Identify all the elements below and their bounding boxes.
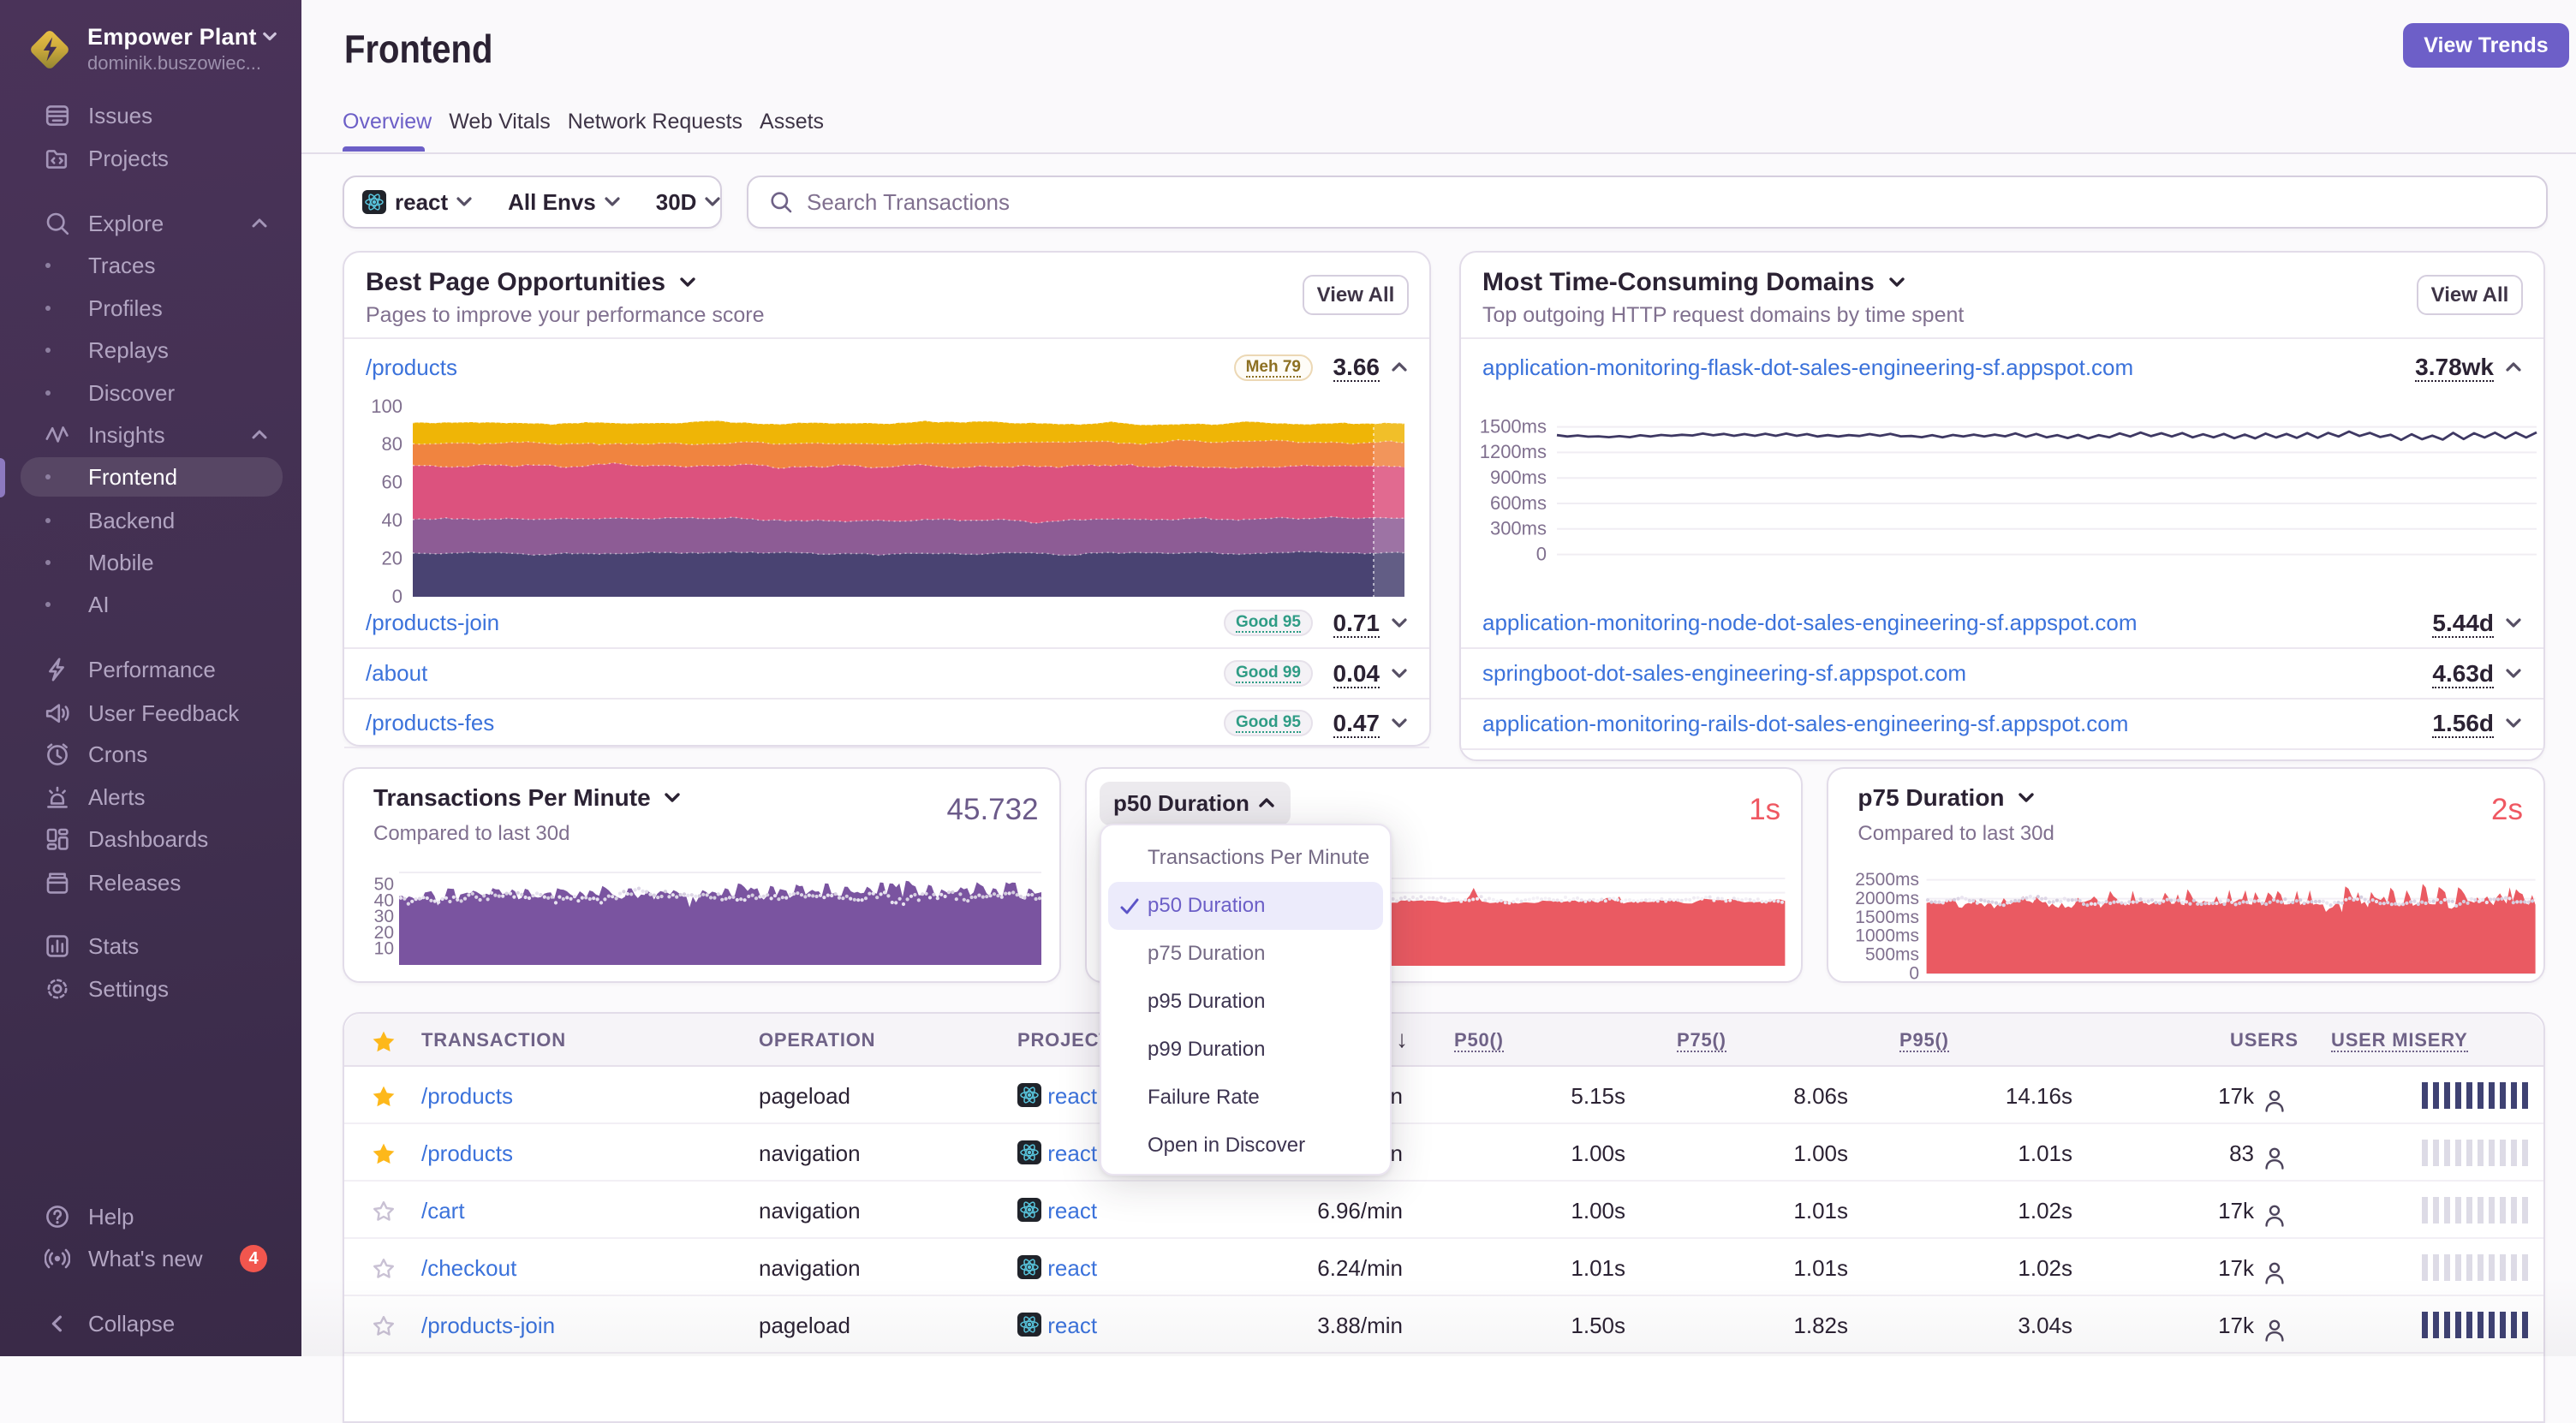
svg-text:0: 0 bbox=[1536, 543, 1547, 564]
svg-text:500ms: 500ms bbox=[1865, 945, 1919, 965]
svg-text:10: 10 bbox=[374, 939, 394, 959]
svg-text:0: 0 bbox=[1910, 963, 1920, 983]
svg-text:100: 100 bbox=[371, 396, 402, 417]
svg-text:1500ms: 1500ms bbox=[1480, 415, 1547, 437]
svg-text:600ms: 600ms bbox=[1490, 492, 1547, 514]
svg-text:60: 60 bbox=[382, 472, 402, 493]
svg-text:2000ms: 2000ms bbox=[1856, 889, 1920, 908]
svg-text:2500ms: 2500ms bbox=[1856, 870, 1920, 890]
svg-text:40: 40 bbox=[382, 509, 402, 531]
svg-text:80: 80 bbox=[382, 433, 402, 455]
svg-text:900ms: 900ms bbox=[1490, 467, 1547, 488]
svg-text:1500ms: 1500ms bbox=[1856, 908, 1920, 927]
svg-text:300ms: 300ms bbox=[1490, 518, 1547, 539]
svg-text:1000ms: 1000ms bbox=[1856, 926, 1920, 946]
svg-text:1200ms: 1200ms bbox=[1480, 441, 1547, 462]
svg-text:20: 20 bbox=[382, 547, 402, 569]
